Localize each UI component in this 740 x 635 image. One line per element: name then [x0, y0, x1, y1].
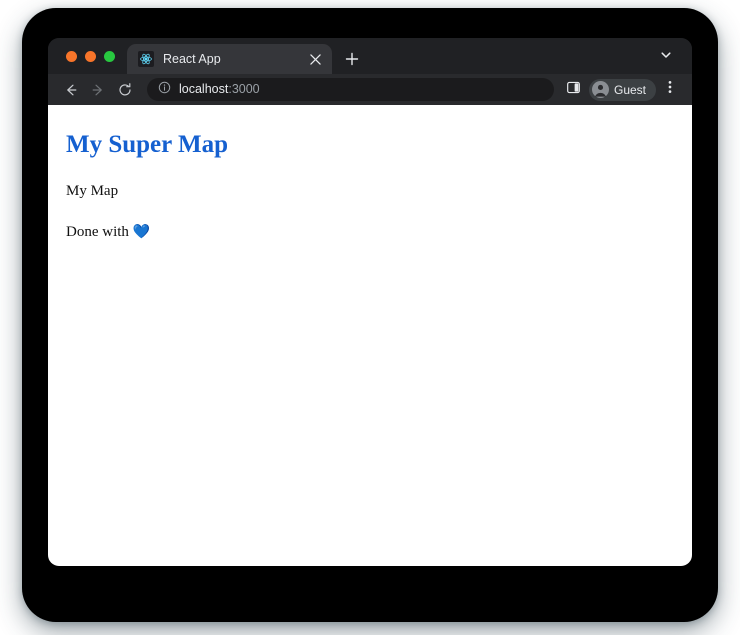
maximize-window-button[interactable] — [104, 51, 115, 62]
side-panel-button[interactable] — [561, 77, 587, 103]
arrow-left-icon — [63, 82, 79, 98]
info-circle-icon[interactable] — [158, 81, 171, 99]
tab-search-button[interactable] — [652, 43, 680, 71]
page-paragraph-my-map: My Map — [66, 182, 674, 200]
react-logo-icon — [138, 51, 154, 67]
new-tab-button[interactable] — [338, 45, 366, 73]
window-controls — [48, 38, 127, 74]
forward-button[interactable] — [84, 76, 111, 103]
tab-strip: React App — [48, 38, 692, 74]
browser-toolbar: localhost:3000 Gu — [48, 74, 692, 105]
arrow-right-icon — [90, 82, 106, 98]
tab-title: React App — [163, 53, 297, 66]
screenshot-stage: React App — [0, 0, 740, 635]
address-bar-url: localhost:3000 — [179, 83, 260, 96]
page-viewport: My Super Map My Map Done with 💙 — [48, 105, 692, 566]
address-bar-host: localhost — [179, 83, 228, 96]
close-window-button[interactable] — [66, 51, 77, 62]
reload-icon — [117, 82, 133, 98]
profile-chip[interactable]: Guest — [589, 79, 656, 101]
browser-tab-react-app[interactable]: React App — [127, 44, 332, 74]
address-bar[interactable]: localhost:3000 — [147, 78, 554, 101]
profile-name: Guest — [614, 84, 646, 96]
person-avatar-icon — [592, 81, 609, 98]
browser-window: React App — [48, 38, 692, 566]
address-bar-port: :3000 — [228, 83, 259, 96]
three-dots-vertical-icon — [663, 79, 677, 100]
side-panel-icon — [566, 80, 581, 100]
tab-strip-spacer — [366, 73, 652, 74]
close-tab-button[interactable] — [306, 50, 324, 68]
page-title: My Super Map — [66, 131, 674, 159]
browser-menu-button[interactable] — [658, 77, 682, 103]
back-button[interactable] — [57, 76, 84, 103]
done-with-text: Done with — [66, 224, 133, 240]
page-paragraph-done-with: Done with 💙 — [66, 223, 674, 241]
blue-heart-icon: 💙 — [133, 224, 150, 240]
minimize-window-button[interactable] — [85, 51, 96, 62]
chevron-down-icon — [660, 48, 672, 66]
reload-button[interactable] — [111, 76, 138, 103]
